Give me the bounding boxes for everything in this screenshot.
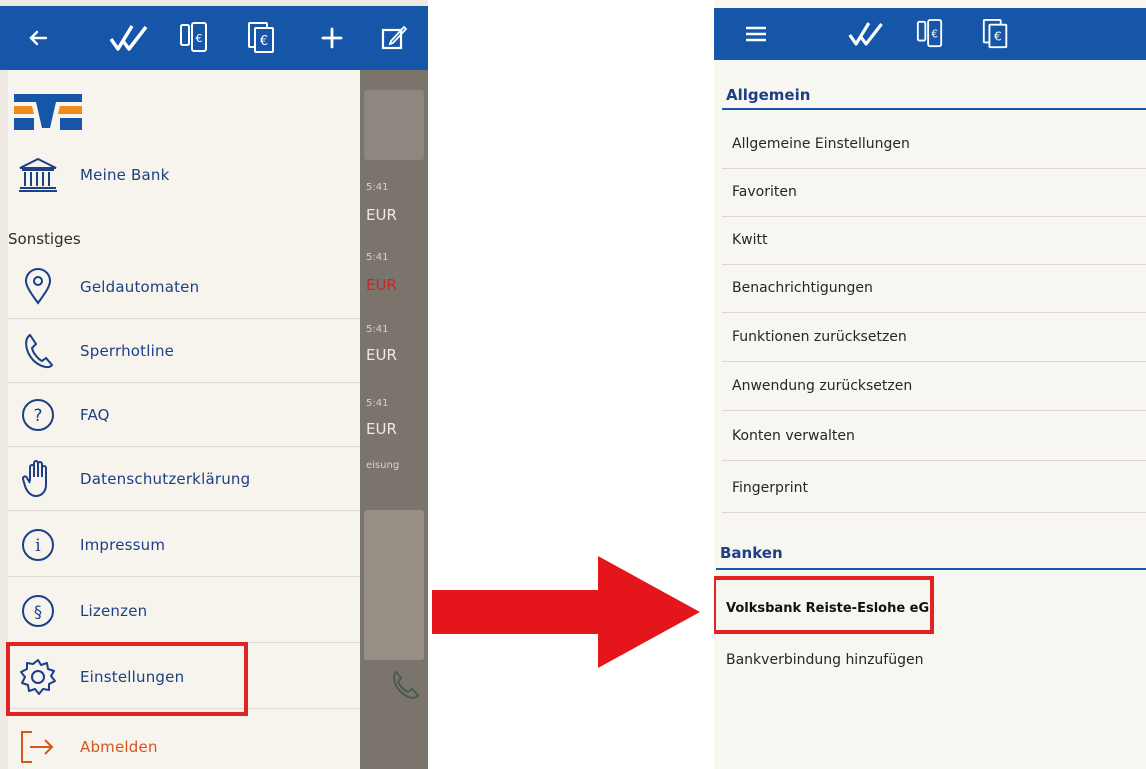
arrow-right-icon [432,556,700,668]
add-button[interactable] [312,6,352,70]
background-amount: EUR [366,276,397,294]
settings-item-fingerprint[interactable]: Fingerprint [722,464,1146,513]
transfer-button[interactable]: € [172,6,216,70]
transfer-button[interactable]: € [910,8,950,60]
svg-text:€: € [994,30,1002,44]
stacked-euro-icon: € [982,19,1008,49]
phone-euro-icon: € [916,19,943,48]
drawer-item-label: Lizenzen [80,602,148,620]
settings-item-label: Funktionen zurücksetzen [732,329,907,345]
settings-item-manage-accounts[interactable]: Konten verwalten [722,412,1146,461]
section-divider [722,108,1146,110]
background-link: eisung [366,460,400,471]
menu-button[interactable] [736,8,776,60]
svg-text:€: € [931,29,938,41]
left-phone-screen: € € 5:41 EUR 5:41 EUR 5:41 EUR 5:41 EUR … [0,0,428,769]
edit-button[interactable] [372,6,416,70]
menu-icon [746,26,766,42]
background-amount: EUR [366,346,397,364]
overview-button[interactable] [842,8,892,60]
background-time: 5:41 [366,324,389,335]
settings-item-general[interactable]: Allgemeine Einstellungen [722,120,1146,169]
background-amount: EUR [366,206,397,224]
edit-icon [381,25,408,50]
svg-text:i: i [35,536,41,556]
settings-item-label: Konten verwalten [732,428,855,444]
settings-item-favorites[interactable]: Favoriten [722,168,1146,217]
paragraph-icon: § [8,588,68,634]
phone-icon [393,670,420,699]
bank-logo [12,90,84,134]
settings-item-reset-functions[interactable]: Funktionen zurücksetzen [722,313,1146,362]
question-icon: ? [8,392,68,438]
background-time: 5:41 [366,252,389,263]
arrow-left-icon [29,30,48,46]
settings-item-label: Favoriten [732,184,797,200]
settings-item-label: Benachrichtigungen [732,280,873,296]
section-title-banken: Banken [720,544,783,562]
background-time: 5:41 [366,182,389,193]
section-divider [716,568,1146,570]
right-phone-screen: € € Allgemein Allgemeine Einstellungen F… [714,0,1146,769]
back-button[interactable] [16,6,60,70]
settings-item-label: Fingerprint [732,480,808,496]
toolbar: € € [0,6,428,70]
drawer-item-label: Sperrhotline [80,342,175,360]
drawer-item-label: FAQ [80,406,110,424]
settings-item-label: Anwendung zurücksetzen [732,378,913,394]
drawer-item-impressum[interactable]: i Impressum [8,514,360,577]
background-time: 5:41 [366,398,389,409]
settings-item-notifications[interactable]: Benachrichtigungen [722,264,1146,313]
section-title: Sonstiges [8,230,81,248]
logout-icon [8,724,68,769]
svg-text:€: € [196,32,203,45]
double-check-icon [848,22,883,46]
phone-euro-icon: € [180,22,207,52]
drawer-item-label: Impressum [80,536,166,554]
settings-item-label: Kwitt [732,232,768,248]
info-icon: i [8,522,68,568]
svg-text:§: § [34,602,42,621]
highlight-box [714,576,934,634]
drawer-item-lizenzen[interactable]: § Lizenzen [8,580,360,643]
settings-item-kwitt[interactable]: Kwitt [722,216,1146,265]
section-title-allgemein: Allgemein [726,86,811,104]
highlight-box [6,642,248,716]
drawer-item-label: Abmelden [80,738,158,756]
add-bank-connection[interactable]: Bankverbindung hinzufügen [716,636,1146,684]
double-check-icon [109,25,148,51]
drawer-item-label: Geldautomaten [80,278,200,296]
documents-button[interactable]: € [240,6,284,70]
drawer-item-meine-bank[interactable]: Meine Bank [8,144,360,206]
overview-button[interactable] [104,6,156,70]
drawer-item-label: Meine Bank [80,166,170,184]
svg-text:€: € [260,34,268,49]
documents-button[interactable]: € [976,8,1016,60]
plus-icon [321,27,343,49]
bank-item-label: Bankverbindung hinzufügen [726,652,924,668]
background-card [364,90,424,160]
drawer-item-sperrhotline[interactable]: Sperrhotline [8,320,360,383]
svg-text:?: ? [33,406,42,426]
background-amount: EUR [366,420,397,438]
hand-icon [8,456,68,502]
settings-item-reset-app[interactable]: Anwendung zurücksetzen [722,362,1146,411]
drawer-item-geldautomaten[interactable]: Geldautomaten [8,256,360,319]
background-account-list: 5:41 EUR 5:41 EUR 5:41 EUR 5:41 EUR eisu… [360,70,428,769]
stacked-euro-icon: € [248,22,274,53]
drawer-item-datenschutz[interactable]: Datenschutzerklärung [8,448,360,511]
toolbar: € € [714,8,1146,60]
drawer-item-abmelden[interactable]: Abmelden [8,716,360,769]
background-card [364,510,424,660]
bank-icon [8,152,68,198]
drawer-item-label: Datenschutzerklärung [80,470,251,488]
location-pin-icon [8,264,68,310]
phone-icon [8,328,68,374]
settings-item-label: Allgemeine Einstellungen [732,136,910,152]
drawer-item-faq[interactable]: ? FAQ [8,384,360,447]
